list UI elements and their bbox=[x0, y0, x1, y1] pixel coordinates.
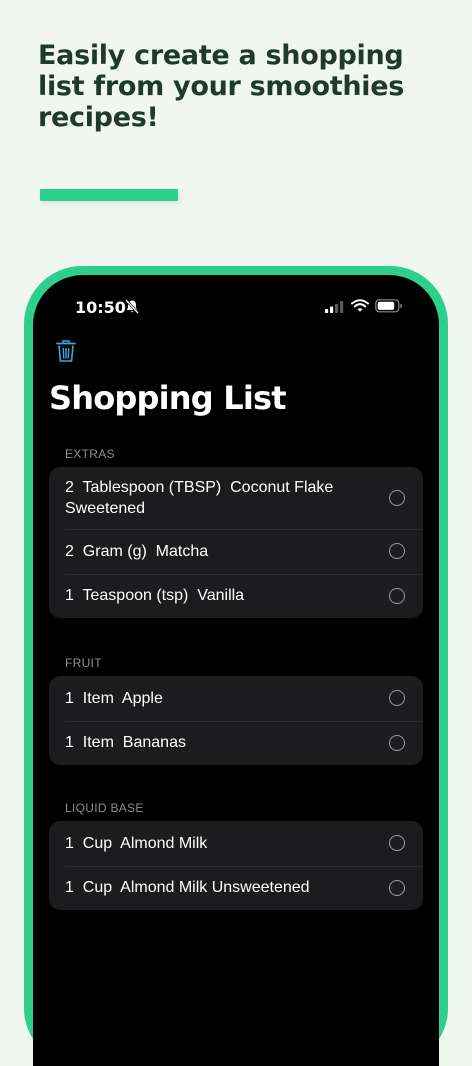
check-circle-icon[interactable] bbox=[389, 490, 405, 506]
wifi-icon bbox=[351, 299, 369, 312]
check-circle-icon[interactable] bbox=[389, 835, 405, 852]
check-circle-icon[interactable] bbox=[389, 734, 405, 751]
cellular-signal-icon bbox=[325, 301, 344, 313]
item-label: 1 Teaspoon (tsp) Vanilla bbox=[65, 587, 245, 605]
item-label: 1 Cup Almond Milk Unsweetened bbox=[65, 879, 310, 897]
item-label: 1 Item Apple bbox=[65, 689, 163, 707]
page-title: Shopping List bbox=[49, 379, 287, 417]
list-item[interactable]: 1 Item Bananas bbox=[49, 720, 423, 766]
bell-slash-icon bbox=[125, 299, 139, 314]
check-circle-icon[interactable] bbox=[389, 690, 405, 707]
item-label: 2 Tablespoon (TBSP) Coconut Flake Sweete… bbox=[65, 479, 338, 517]
item-label: 2 Gram (g) Matcha bbox=[65, 542, 209, 560]
status-time: 10:50 bbox=[75, 298, 126, 317]
list-item[interactable]: 1 Cup Almond Milk Unsweetened bbox=[49, 865, 423, 911]
phone-frame: 10:50 Shopping List EXTRAS 2 Tablespoon … bbox=[24, 266, 448, 1066]
list-group-liquid-base: 1 Cup Almond Milk 1 Cup Almond Milk Unsw… bbox=[49, 821, 423, 910]
list-item[interactable]: 1 Cup Almond Milk bbox=[49, 821, 423, 866]
section-header-fruit: FRUIT bbox=[65, 656, 102, 670]
list-group-extras: 2 Tablespoon (TBSP) Coconut Flake Sweete… bbox=[49, 467, 423, 618]
item-label: 1 Item Bananas bbox=[65, 734, 186, 752]
headline: Easily create a shopping list from your … bbox=[38, 40, 404, 133]
check-circle-icon[interactable] bbox=[389, 879, 405, 896]
accent-bar bbox=[40, 189, 178, 201]
app-screen: 10:50 Shopping List EXTRAS 2 Tablespoon … bbox=[33, 275, 439, 1066]
list-item[interactable]: 1 Item Apple bbox=[49, 676, 423, 721]
list-item[interactable]: 1 Teaspoon (tsp) Vanilla bbox=[49, 573, 423, 619]
section-header-liquid-base: LIQUID BASE bbox=[65, 801, 144, 815]
check-circle-icon[interactable] bbox=[389, 543, 405, 560]
section-header-extras: EXTRAS bbox=[65, 447, 115, 461]
trash-icon[interactable] bbox=[56, 339, 76, 363]
list-group-fruit: 1 Item Apple 1 Item Bananas bbox=[49, 676, 423, 765]
check-circle-icon[interactable] bbox=[389, 587, 405, 604]
list-item[interactable]: 2 Tablespoon (TBSP) Coconut Flake Sweete… bbox=[49, 467, 423, 529]
item-label: 1 Cup Almond Milk bbox=[65, 834, 208, 852]
list-item[interactable]: 2 Gram (g) Matcha bbox=[49, 529, 423, 574]
battery-icon bbox=[375, 299, 402, 313]
